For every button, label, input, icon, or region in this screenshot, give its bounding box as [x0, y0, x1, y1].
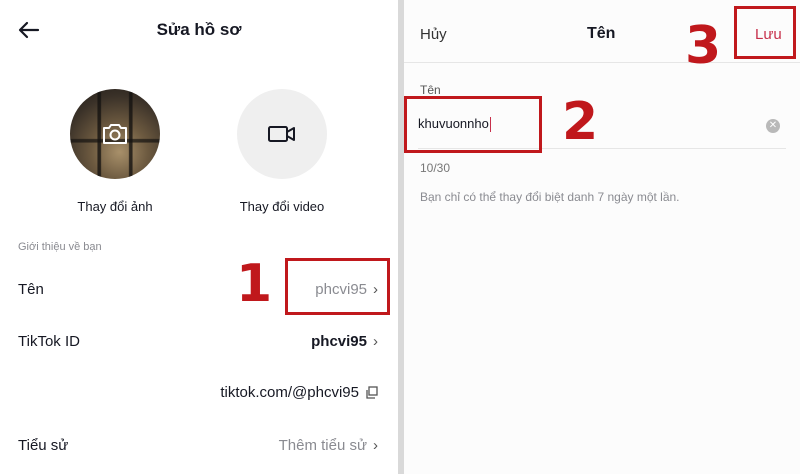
- video-camera-icon: [268, 126, 295, 142]
- step-2-marker: 2: [562, 92, 599, 152]
- step-3-marker: 3: [685, 16, 722, 76]
- edit-profile-panel: Sửa hồ sơ Thay đổi ảnh Thay đổi video Gi…: [0, 0, 398, 474]
- profile-link-row[interactable]: tiktok.com/@phcvi95: [220, 384, 378, 401]
- page-title: Sửa hồ sơ: [156, 20, 242, 39]
- tiktok-id-row[interactable]: phcvi95 ›: [311, 333, 378, 350]
- step-2-highlight: [404, 96, 542, 153]
- char-count: 10/30: [420, 161, 451, 175]
- chevron-right-icon: ›: [373, 333, 378, 350]
- page-title: Tên: [587, 25, 616, 42]
- change-video-label[interactable]: Thay đổi video: [202, 199, 362, 214]
- change-video-button[interactable]: [237, 89, 327, 179]
- step-1-marker: 1: [236, 254, 273, 314]
- name-field-label: Tên: [420, 83, 441, 97]
- tiktok-id-value: phcvi95: [311, 333, 367, 350]
- clear-icon[interactable]: ✕: [766, 119, 780, 133]
- step-3-highlight: [734, 6, 796, 59]
- step-1-highlight: [285, 258, 390, 315]
- copy-icon[interactable]: [365, 386, 378, 399]
- avatar[interactable]: [70, 89, 160, 179]
- tiktok-id-label: TikTok ID: [18, 333, 80, 350]
- bio-label: Tiểu sử: [18, 437, 69, 454]
- chevron-right-icon: ›: [373, 437, 378, 454]
- bio-value: Thêm tiểu sử: [278, 437, 367, 454]
- edit-name-panel: Hủy Tên Lưu Tên khuvuonnho ✕ 10/30 Bạn c…: [404, 0, 800, 474]
- name-change-note: Bạn chỉ có thể thay đổi biệt danh 7 ngày…: [420, 190, 680, 204]
- header-divider: [404, 62, 800, 63]
- camera-icon: [103, 124, 127, 144]
- cancel-button[interactable]: Hủy: [420, 26, 447, 43]
- name-row-label: Tên: [18, 281, 44, 298]
- section-label: Giới thiệu về bạn: [18, 241, 102, 253]
- change-photo-label[interactable]: Thay đổi ảnh: [35, 199, 195, 214]
- bio-row[interactable]: Thêm tiểu sử ›: [279, 437, 378, 454]
- profile-link: tiktok.com/@phcvi95: [220, 384, 359, 401]
